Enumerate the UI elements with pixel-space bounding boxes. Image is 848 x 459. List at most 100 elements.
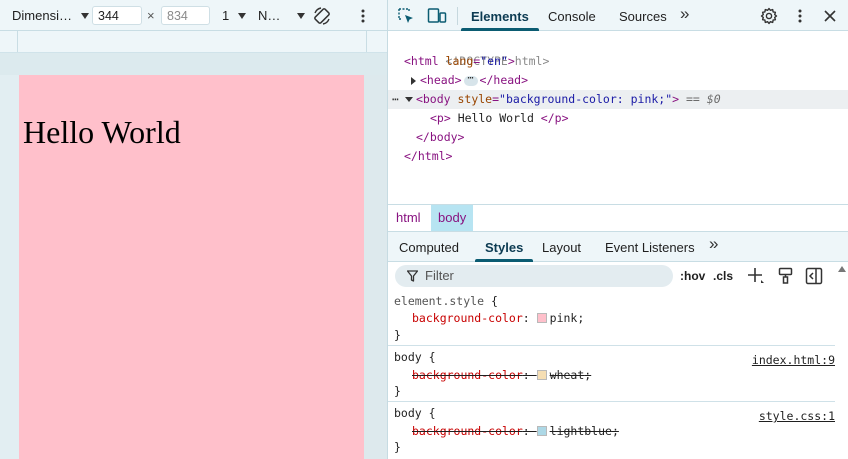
- tab-event-listeners[interactable]: Event Listeners: [605, 232, 695, 262]
- rule-close-brace: }: [394, 440, 401, 454]
- dom-node-body[interactable]: ⋯ <body style="background-color: pink;"> …: [388, 90, 848, 109]
- rule-source-link[interactable]: style.css:1: [759, 407, 835, 425]
- style-declaration-overridden[interactable]: background-color: wheat;: [394, 366, 591, 384]
- dom-node-body-close[interactable]: </body>: [388, 128, 848, 147]
- zoom-dropdown[interactable]: 1: [222, 6, 246, 25]
- close-icon[interactable]: [820, 6, 840, 26]
- tab-computed[interactable]: Computed: [399, 232, 459, 262]
- rule-close-brace: }: [394, 328, 401, 342]
- p-close-tag: </p>: [540, 111, 569, 125]
- dom-node-p[interactable]: <p> Hello World </p>: [388, 109, 848, 128]
- rule-source-link[interactable]: index.html:9: [752, 351, 835, 369]
- dom-node-doctype[interactable]: <!DOCTYPE html>: [388, 33, 848, 68]
- color-swatch[interactable]: [536, 370, 547, 380]
- height-input[interactable]: 834: [161, 6, 210, 25]
- chevron-down-icon: [297, 13, 306, 19]
- filter-placeholder: Filter: [425, 268, 454, 283]
- hov-button[interactable]: :hov: [680, 266, 705, 286]
- body-open-tag: <body: [415, 92, 451, 106]
- style-declaration[interactable]: background-color: pink;: [394, 309, 584, 327]
- hello-world-paragraph: Hello World: [23, 114, 181, 150]
- breadcrumb-body[interactable]: body: [431, 205, 474, 231]
- rule-close-brace: }: [394, 384, 401, 398]
- attr-value-style: "background-color: pink;": [499, 92, 673, 106]
- sidebar-tabbar: Computed Styles Layout Event Listeners »: [388, 231, 848, 262]
- property-name: background-color: [412, 311, 523, 325]
- viewport-gutter: [0, 53, 387, 75]
- device-toolbar: Dimensi… 344 × 834 1 N…: [0, 0, 387, 31]
- tab-styles[interactable]: Styles: [474, 232, 534, 262]
- zoom-label: 1: [222, 8, 230, 23]
- property-value: pink: [549, 311, 578, 325]
- breadcrumb-html[interactable]: html: [389, 205, 428, 231]
- inspect-icon[interactable]: [396, 6, 416, 26]
- times-symbol: ×: [147, 8, 155, 23]
- viewport-ruler: [0, 31, 387, 53]
- dom-node-html-close[interactable]: </html>: [388, 147, 848, 166]
- rotate-icon[interactable]: [311, 5, 333, 27]
- kebab-icon[interactable]: [355, 6, 371, 26]
- more-tabs-icon[interactable]: »: [709, 234, 718, 254]
- style-rule[interactable]: body { index.html:9 background-color: wh…: [388, 345, 835, 401]
- dom-node-html[interactable]: <html lang="en">: [388, 52, 848, 71]
- scroll-up-icon[interactable]: [838, 266, 846, 272]
- dom-node-head[interactable]: <head> ⋯ </head>: [388, 71, 848, 90]
- ruler-tick: [17, 31, 18, 52]
- viewport-resize-handle[interactable]: [364, 75, 387, 459]
- property-name: background-color: [412, 368, 523, 382]
- device-toggle-icon[interactable]: [427, 6, 447, 26]
- attr-name-lang: lang: [438, 54, 474, 68]
- settings-icon[interactable]: [759, 6, 779, 26]
- html-open-tag: <html: [404, 54, 439, 68]
- rule-selector: element.style: [394, 294, 485, 308]
- style-rule[interactable]: element.style { background-color: pink; …: [388, 290, 835, 345]
- kebab-icon[interactable]: [792, 6, 808, 26]
- head-open-tag: <head>: [420, 73, 462, 87]
- color-swatch[interactable]: [536, 313, 547, 323]
- property-value: wheat: [549, 368, 585, 382]
- rule-selector: body: [394, 406, 422, 420]
- rule-open-brace: {: [421, 406, 436, 420]
- tab-elements[interactable]: Elements: [461, 0, 539, 31]
- filter-icon: [407, 270, 418, 282]
- property-value: lightblue: [549, 424, 612, 438]
- row-more-dots[interactable]: ⋯: [392, 92, 399, 106]
- device-emulation-pane: Dimensi… 344 × 834 1 N… Hello World: [0, 0, 387, 459]
- ruler-tick: [366, 31, 367, 52]
- rule-selector: body: [394, 350, 422, 364]
- rule-open-brace: {: [484, 294, 498, 308]
- collapsed-ellipsis-icon[interactable]: ⋯: [463, 73, 478, 86]
- p-open-tag: <p>: [430, 111, 451, 125]
- sidebar-toggle-icon[interactable]: [805, 267, 823, 288]
- devtools-tabbar: Elements Console Sources »: [388, 0, 848, 31]
- styles-scrollbar[interactable]: [835, 262, 848, 459]
- emulated-viewport: Hello World: [19, 75, 364, 459]
- rule-open-brace: {: [421, 350, 436, 364]
- dimensions-dropdown[interactable]: Dimensi…: [12, 6, 89, 25]
- tab-layout[interactable]: Layout: [542, 232, 581, 262]
- style-rule[interactable]: body { style.css:1 background-color: lig…: [388, 401, 835, 459]
- style-declaration-overridden[interactable]: background-color: lightblue;: [394, 422, 619, 440]
- color-swatch[interactable]: [536, 426, 547, 436]
- expand-arrow-icon[interactable]: [411, 76, 416, 85]
- cls-button[interactable]: .cls: [713, 266, 733, 286]
- paint-brush-icon[interactable]: [778, 267, 794, 288]
- chevron-down-icon: [237, 13, 246, 19]
- more-tabs-icon[interactable]: »: [680, 4, 689, 24]
- html-close-tag: </html>: [404, 149, 453, 163]
- breadcrumb: html body: [388, 204, 848, 231]
- tab-console[interactable]: Console: [548, 0, 596, 31]
- tab-sources[interactable]: Sources: [619, 0, 667, 31]
- collapse-arrow-icon[interactable]: [404, 97, 413, 102]
- attr-value-lang: "en": [480, 54, 508, 68]
- body-close-tag: </body>: [416, 130, 465, 144]
- toolbar-divider: [457, 7, 458, 25]
- selected-node-indicator: == $0: [679, 92, 721, 106]
- throttle-dropdown[interactable]: N…: [258, 6, 306, 25]
- width-input[interactable]: 344: [92, 6, 142, 25]
- styles-filter-bar: Filter :hov .cls: [388, 262, 848, 290]
- filter-input[interactable]: Filter: [395, 265, 673, 287]
- attr-name-style: style: [450, 92, 493, 106]
- new-rule-icon[interactable]: [747, 267, 765, 288]
- head-close-tag: </head>: [479, 73, 529, 87]
